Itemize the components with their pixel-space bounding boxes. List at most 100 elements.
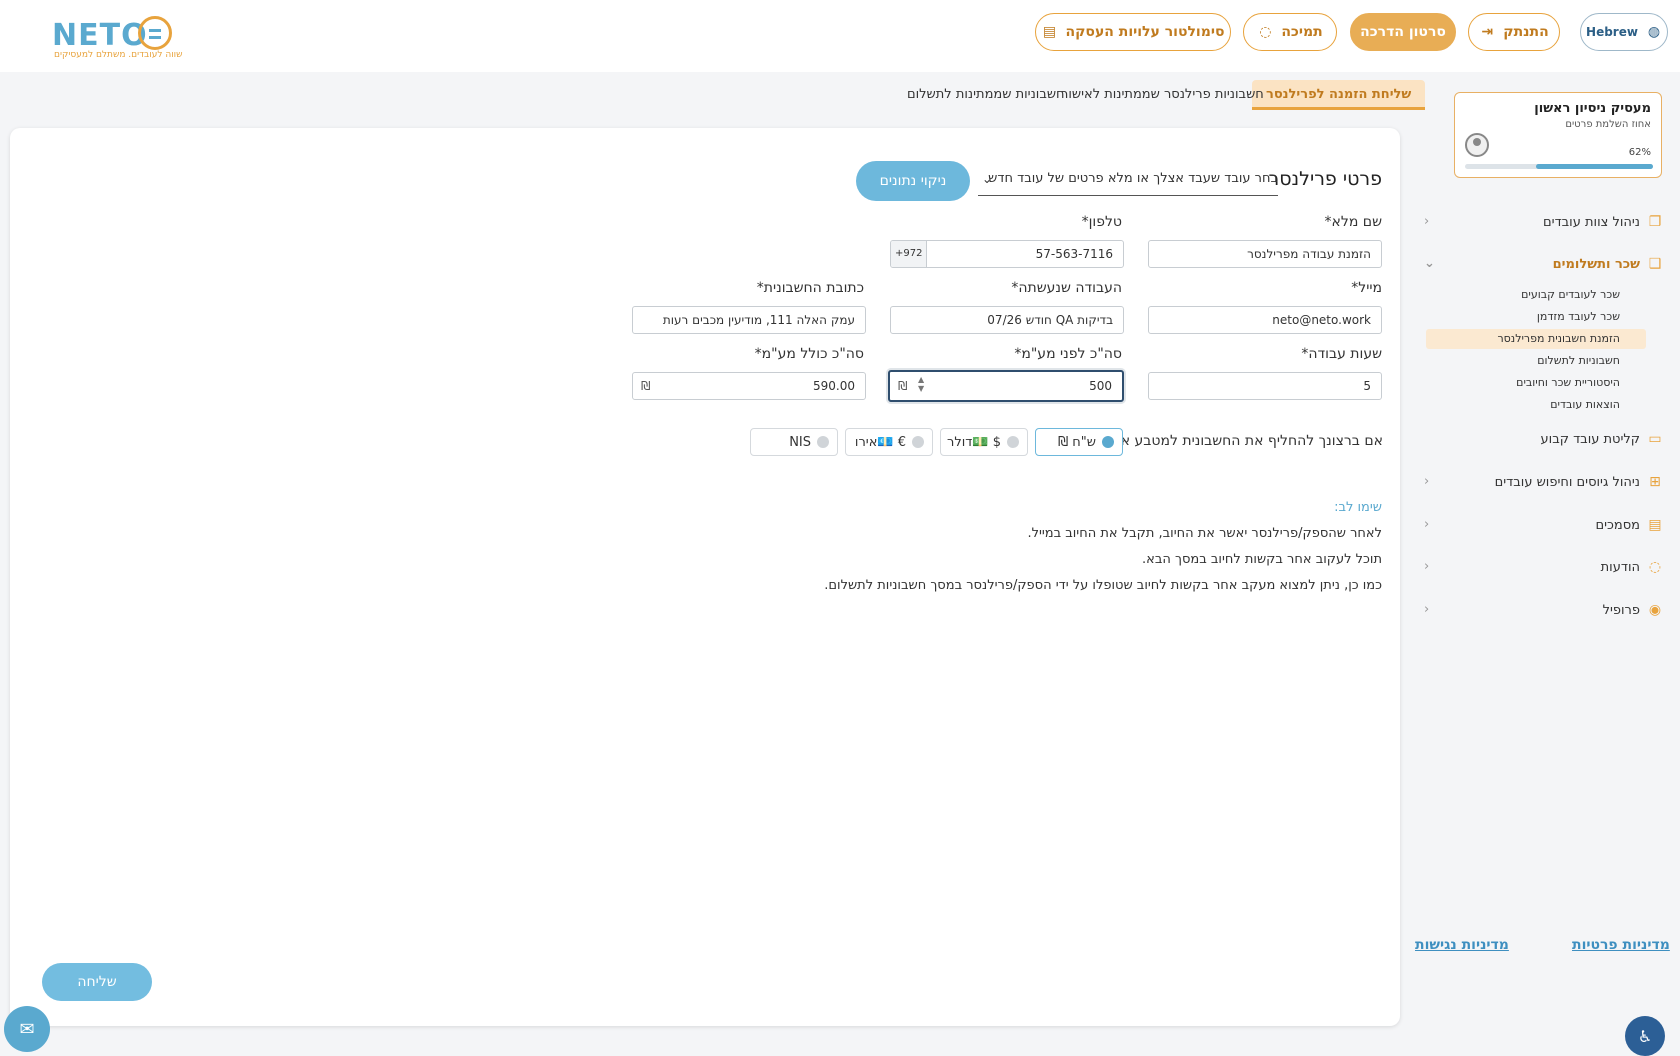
phone-country-prefix[interactable]: +972 [891,241,928,267]
sidebar-subitem-salary-history[interactable]: היסטוריית שכר וחיובים [1426,373,1646,393]
sidebar-item-recruitment[interactable]: ⊞ ניהול גיוסים וחיפוש עובדים ‹ [1420,468,1670,496]
work-done-input[interactable]: בדיקות QA חודש 07/26 [890,306,1124,334]
employer-name: מעסיק ניסיון ראשון [1534,101,1651,116]
chevron-left-icon: ‹ [1424,602,1430,617]
chevron-left-icon: ‹ [1424,474,1430,489]
shekel-icon: ₪ [898,379,908,393]
sidebar-item-label: קליטת עובד קבוע [1540,431,1640,447]
chevron-down-icon: ⌄ [1424,256,1435,271]
currency-option-label: € 💶אירו [854,434,906,450]
accessibility-icon[interactable]: ♿ [1625,1016,1665,1056]
logout-label: התנתק [1503,24,1549,40]
phone-input[interactable]: 57-563-7116 +972 [890,240,1124,268]
neto-logo[interactable]: NETO שווה לעובדים. משתלם למעסיקים [52,14,182,64]
sidebar-item-label: פרופיל [1602,602,1640,618]
radio-dot [912,436,924,448]
payments-icon: ❑ [1648,256,1662,272]
email-label: מייל* [1351,280,1382,296]
tutorial-label: סרטון הדרכה [1360,24,1446,40]
cost-simulator-label: סימולטור עלויות העסקה [1065,24,1225,40]
full-name-label: שם מלא* [1324,214,1382,230]
sidebar-item-messages[interactable]: ◌ הודעות ‹ [1420,553,1670,581]
email-input[interactable]: neto@neto.work [1148,306,1382,334]
freelancer-picker-placeholder: בחר עובד שעבד אצלך או מלא פרטים של עובד … [988,171,1278,186]
logo-tagline: שווה לעובדים. משתלם למעסיקים [54,50,183,60]
database-icon: ▤ [1042,24,1057,40]
sidebar-item-payroll[interactable]: ❑ שכר ותשלומים ⌄ [1420,250,1670,278]
send-button[interactable]: שליחה [42,963,152,1001]
sidebar-subitem-permanent-salary[interactable]: שכר לעובדים קבועים [1426,285,1646,305]
note-line: תוכל לעקוב אחר בקשות לחיוב במסך הבא. [1142,552,1382,567]
sidebar-subitem-casual-salary[interactable]: שכר לעובד מזדמן [1426,307,1646,327]
sidebar-subitem-freelancer-invoice[interactable]: הזמנת חשבונית מפרילנסר [1426,329,1646,349]
shekel-icon: ₪ [641,379,651,393]
chat-widget-icon[interactable]: ✉ [4,1006,50,1052]
currency-option-label: ש"ח ₪ [1057,434,1096,450]
currency-option-eur[interactable]: € 💶אירו [845,428,933,456]
total-incl-vat-label: סה"כ כולל מע"מ* [754,346,864,362]
sidebar-item-label: ניהול צוות עובדים [1543,214,1640,230]
profile-completion-subtitle: אחוז השלמת פרטים [1565,119,1651,130]
radio-dot [1102,436,1114,448]
logo-text: NETO [52,18,148,53]
grid-plus-icon: ⊞ [1649,474,1661,490]
files-icon: ▤ [1648,517,1662,533]
note-line: לאחר שהספק/פרילנסר יאשר את החיוב, תקבל א… [1027,526,1382,541]
currency-option-nis[interactable]: NIS [750,428,838,456]
top-header: NETO שווה לעובדים. משתלם למעסיקים סימולט… [0,0,1680,72]
tutorial-video-button[interactable]: סרטון הדרכה [1350,13,1456,51]
sidebar-item-label: ניהול גיוסים וחיפוש עובדים [1494,474,1640,490]
freelancer-picker[interactable]: בחר עובד שעבד אצלך או מלא פרטים של עובד … [978,164,1278,196]
language-label: Hebrew [1586,25,1638,39]
work-hours-input[interactable]: 5 [1148,372,1382,400]
accessibility-policy-link[interactable]: מדיניות נגישות [1415,937,1509,953]
chevron-left-icon: ‹ [1424,517,1430,532]
radio-dot [1007,436,1019,448]
currency-option-label: $ 💵דולר [947,434,1001,450]
logout-button[interactable]: התנתק ⇥ [1468,13,1560,51]
profile-progress-bar [1465,164,1653,169]
sidebar-item-label: הודעות [1600,559,1640,575]
sidebar-item-hire-permanent[interactable]: ▭ קליטת עובד קבוע [1420,425,1670,453]
sidebar-subitem-employee-expenses[interactable]: הוצאות עובדים [1426,395,1646,415]
sidebar-item-documents[interactable]: ▤ מסמכים ‹ [1420,511,1670,539]
full-name-input[interactable]: הזמנת עבודה מפרילנסר [1148,240,1382,268]
logout-icon: ⇥ [1481,24,1494,40]
invoice-address-input[interactable]: עמק האלה 111, מודיעין מכבים רעות [632,306,866,334]
currency-option-ils[interactable]: ש"ח ₪ [1035,428,1123,456]
phone-value: 57-563-7116 [1035,247,1113,261]
tab-send-freelancer-order[interactable]: שליחת הזמנה לפרילנסר [1252,80,1426,110]
clear-data-button[interactable]: ניקוי נתונים [856,161,970,201]
support-label: תמיכה [1281,24,1323,40]
total-before-vat-label: סה"כ לפני מע"מ* [1014,346,1122,362]
profile-progress-fill [1536,164,1653,169]
document-icon: ❐ [1648,214,1662,230]
tab-invoices-pending-approval[interactable]: חשבוניות פרילנסר שממתינות לאישור [1061,80,1264,110]
profile-completion-card[interactable]: מעסיק ניסיון ראשון אחוז השלמת פרטים 62% [1454,92,1662,178]
user-circle-icon: ◉ [1648,602,1662,618]
currency-option-label: NIS [789,434,811,450]
profile-completion-percent: 62% [1628,147,1651,158]
cost-simulator-button[interactable]: סימולטור עלויות העסקה ▤ [1035,13,1231,51]
support-button[interactable]: תמיכה ◌ [1243,13,1337,51]
language-selector[interactable]: Hebrew ◍ [1580,13,1668,51]
total-incl-vat-input[interactable]: 590.00 ₪ [632,372,866,400]
section-title: פרטי פרילנסר [1268,168,1383,190]
invoice-address-label: כתובת החשבונית* [756,280,864,296]
total-before-vat-input[interactable]: 500 ₪ ▲ ▼ [888,370,1124,402]
sidebar-item-profile[interactable]: ◉ פרופיל ‹ [1420,596,1670,624]
currency-option-usd[interactable]: $ 💵דולר [940,428,1028,456]
work-done-label: העבודה שנעשתה* [1011,280,1122,296]
phone-label: טלפון* [1081,214,1122,230]
chevron-down-icon: ⌄ [982,172,993,186]
tab-invoices-pending-payment[interactable]: חשבוניות שממתינות לתשלום [907,80,1065,110]
privacy-policy-link[interactable]: מדיניות פרטיות [1572,937,1670,953]
number-stepper-icon[interactable]: ▲ ▼ [918,375,924,393]
message-icon: ◌ [1648,559,1662,575]
sidebar-subitem-invoices-to-pay[interactable]: חשבוניות לתשלום [1426,351,1646,371]
logo-mark-icon [138,16,172,50]
chevron-left-icon: ‹ [1424,214,1430,229]
currency-change-label: אם ברצונך להחליף את החשבונית למטבע אחר. [1099,433,1383,449]
sidebar-item-label: מסמכים [1595,517,1640,533]
sidebar-item-team-management[interactable]: ❐ ניהול צוות עובדים ‹ [1420,208,1670,236]
